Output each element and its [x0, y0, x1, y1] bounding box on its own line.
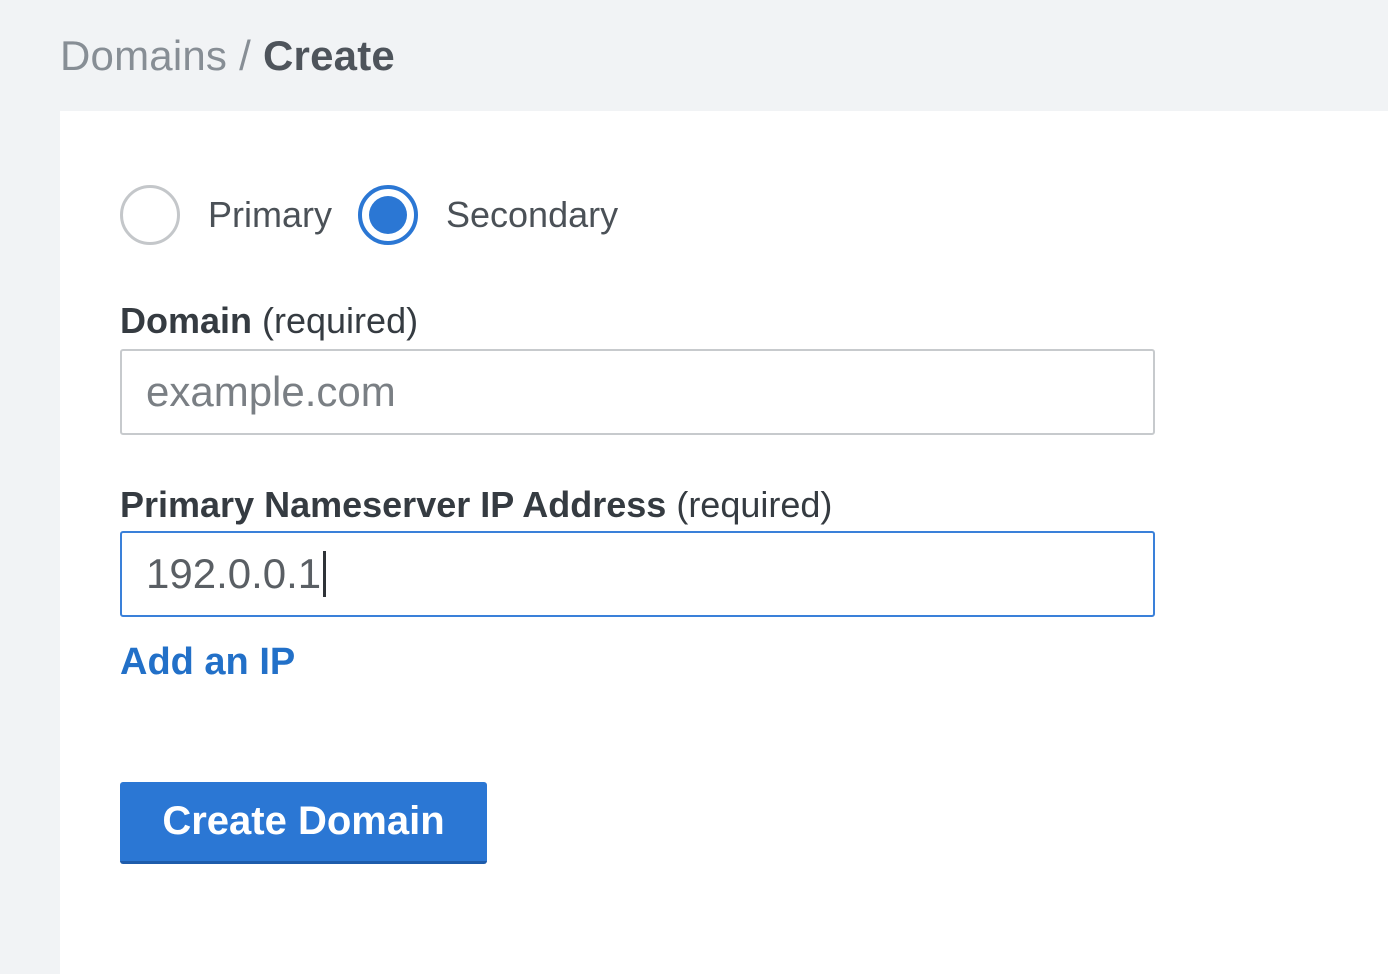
add-ip-link[interactable]: Add an IP — [120, 641, 295, 684]
breadcrumb-current-create: Create — [263, 32, 395, 79]
ip-input-value: 192.0.0.1 — [146, 550, 321, 598]
breadcrumb: Domains / Create — [60, 32, 395, 80]
ip-required-hint: (required) — [676, 484, 832, 525]
create-domain-button[interactable]: Create Domain — [120, 782, 487, 864]
radio-label-primary: Primary — [208, 194, 332, 236]
text-cursor — [323, 551, 326, 597]
radio-label-secondary: Secondary — [446, 194, 618, 236]
breadcrumb-separator: / — [239, 32, 251, 79]
domain-field-label: Domain(required) — [120, 299, 1328, 343]
radio-dot-icon — [369, 196, 407, 234]
radio-icon[interactable] — [120, 185, 180, 245]
radio-option-secondary[interactable]: Secondary — [358, 185, 618, 245]
radio-option-primary[interactable]: Primary — [120, 185, 332, 245]
domain-input[interactable] — [120, 349, 1155, 435]
radio-icon[interactable] — [358, 185, 418, 245]
ip-input[interactable]: 192.0.0.1 — [120, 531, 1155, 617]
ip-label-text: Primary Nameserver IP Address — [120, 484, 666, 525]
breadcrumb-section-domains[interactable]: Domains — [60, 32, 227, 79]
domain-label-text: Domain — [120, 300, 252, 341]
create-domain-panel: Primary Secondary Domain(required) Prima… — [60, 111, 1388, 974]
ip-field-label: Primary Nameserver IP Address(required) — [120, 483, 1328, 527]
page-header: Domains / Create — [0, 0, 1388, 111]
domain-required-hint: (required) — [262, 300, 418, 341]
domain-type-radio-group: Primary Secondary — [120, 185, 1328, 245]
